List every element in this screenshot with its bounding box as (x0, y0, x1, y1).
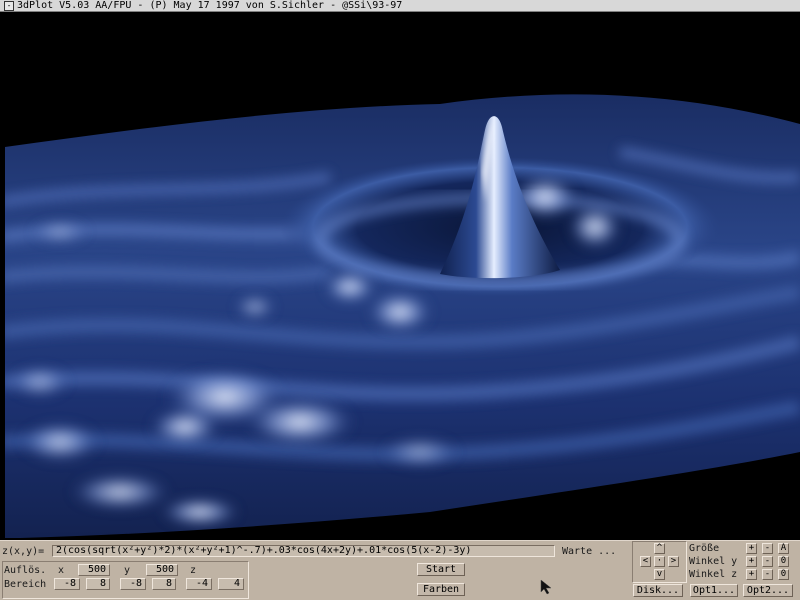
size-auto-button[interactable]: A (778, 543, 789, 554)
opt1-button[interactable]: Opt1... (690, 584, 738, 597)
resolution-z-label: z (190, 565, 197, 576)
nav-right-button[interactable]: > (668, 556, 679, 567)
title-bar: - 3dPlot V5.03 AA/FPU - (P) May 17 1997 … (0, 0, 800, 12)
angle-y-plus-button[interactable]: + (746, 556, 757, 567)
surface-plot (5, 94, 800, 538)
range-y-max-input[interactable]: 8 (152, 578, 176, 590)
start-button[interactable]: Start (417, 563, 465, 576)
colors-button[interactable]: Farben (417, 583, 465, 596)
nav-left-button[interactable]: < (640, 556, 651, 567)
angle-z-minus-button[interactable]: - (762, 569, 773, 580)
formula-input[interactable]: 2(cos(sqrt(x²+y²)*2)*(x²+y²+1)^-.7)+.03*… (52, 545, 555, 557)
resolution-x-label: x (58, 565, 65, 576)
resolution-label: Auflös. (4, 565, 47, 576)
resolution-y-input[interactable]: 500 (146, 564, 178, 576)
angle-y-reset-button[interactable]: 0 (778, 556, 789, 567)
size-label: Größe (689, 543, 720, 554)
angle-z-reset-button[interactable]: 0 (778, 569, 789, 580)
mouse-pointer-icon (540, 579, 552, 595)
range-label: Bereich (4, 579, 47, 590)
nav-center-button[interactable]: · (654, 556, 665, 567)
angle-z-label: Winkel z (689, 569, 738, 580)
range-z-max-input[interactable]: 4 (218, 578, 244, 590)
system-menu-button[interactable]: - (4, 0, 14, 11)
angle-y-minus-button[interactable]: - (762, 556, 773, 567)
resolution-x-input[interactable]: 500 (78, 564, 110, 576)
range-z-min-input[interactable]: -4 (186, 578, 212, 590)
control-panel: z(x,y)= 2(cos(sqrt(x²+y²)*2)*(x²+y²+1)^-… (0, 540, 800, 600)
size-minus-button[interactable]: - (762, 543, 773, 554)
disk-button[interactable]: Disk... (633, 584, 683, 597)
angle-z-plus-button[interactable]: + (746, 569, 757, 580)
window-title: 3dPlot V5.03 AA/FPU - (P) May 17 1997 vo… (17, 0, 403, 11)
size-plus-button[interactable]: + (746, 543, 757, 554)
range-y-min-input[interactable]: -8 (120, 578, 146, 590)
nav-up-button[interactable]: ^ (654, 543, 665, 554)
formula-label: z(x,y)= (2, 546, 45, 557)
angle-y-label: Winkel y (689, 556, 738, 567)
range-x-max-input[interactable]: 8 (86, 578, 110, 590)
status-text: Warte ... (562, 546, 617, 557)
resolution-y-label: y (124, 565, 131, 576)
range-x-min-input[interactable]: -8 (54, 578, 80, 590)
plot-canvas (0, 12, 800, 540)
nav-down-button[interactable]: v (654, 569, 665, 580)
opt2-button[interactable]: Opt2... (743, 584, 793, 597)
